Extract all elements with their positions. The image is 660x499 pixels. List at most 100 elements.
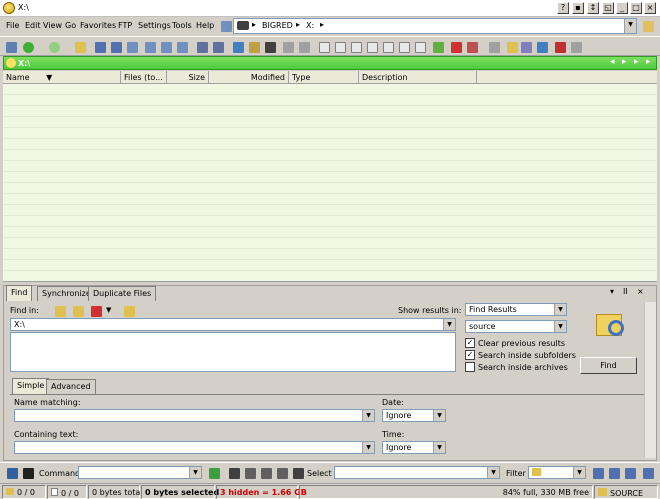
thumbs-icon[interactable] xyxy=(246,39,261,54)
paste-icon[interactable] xyxy=(332,39,347,54)
toolbar-grid-icon[interactable] xyxy=(3,39,18,54)
maximize-button[interactable]: □ xyxy=(630,2,642,14)
restore-window-icon[interactable]: ◱ xyxy=(602,2,614,14)
col-description[interactable]: Description xyxy=(359,71,477,84)
find-button[interactable]: Find xyxy=(580,357,637,374)
show-results-dropdown[interactable]: ▼ xyxy=(554,304,566,315)
tab-synchronize[interactable]: Synchronize xyxy=(37,286,96,301)
back-icon[interactable] xyxy=(20,39,35,54)
view-8-icon[interactable] xyxy=(210,39,225,54)
find-in-dropdown[interactable]: ▼ xyxy=(443,319,455,330)
subtab-simple[interactable]: Simple xyxy=(12,378,50,394)
tools-1-icon[interactable] xyxy=(280,39,295,54)
properties-icon[interactable] xyxy=(486,39,501,54)
new-folder-icon[interactable] xyxy=(504,39,519,54)
date-dropdown[interactable]: ▼ xyxy=(433,410,445,421)
select-4-icon[interactable] xyxy=(274,465,289,480)
nav-right-icon[interactable]: ▸ xyxy=(622,57,627,67)
name-matching-combo[interactable]: ▼ xyxy=(14,409,375,422)
menu-view[interactable]: View xyxy=(43,21,62,30)
select-1-icon[interactable] xyxy=(226,465,241,480)
sync-icon[interactable] xyxy=(534,39,549,54)
filter-3-icon[interactable] xyxy=(622,465,637,480)
subfolders-checkbox[interactable]: ✓ xyxy=(465,350,475,360)
view-4-icon[interactable] xyxy=(142,39,157,54)
panel-close-icon[interactable]: × xyxy=(637,287,644,296)
file-4-icon[interactable] xyxy=(396,39,411,54)
nav-up-icon[interactable]: ▸ xyxy=(634,57,639,67)
menu-edit[interactable]: Edit xyxy=(25,21,41,30)
select-dropdown[interactable]: ▼ xyxy=(487,467,499,478)
menu-help[interactable]: Help xyxy=(196,21,214,30)
new-file-icon[interactable] xyxy=(430,39,445,54)
file-list[interactable] xyxy=(3,84,657,282)
time-dropdown[interactable]: ▼ xyxy=(433,442,445,453)
subtab-advanced[interactable]: Advanced xyxy=(46,379,96,394)
command-combo[interactable]: ▼ xyxy=(78,466,202,479)
file-5-icon[interactable] xyxy=(412,39,427,54)
select-5-icon[interactable] xyxy=(290,465,305,480)
name-matching-dropdown[interactable]: ▼ xyxy=(362,410,374,421)
address-bar[interactable]: ▸ BIGRED ▸ X: ▸ ▼ xyxy=(233,18,637,34)
find-in-list[interactable] xyxy=(10,332,456,372)
address-computer[interactable]: BIGRED xyxy=(262,21,293,30)
menu-favorites[interactable]: Favorites xyxy=(80,21,116,30)
col-name[interactable]: Name ▼ xyxy=(3,71,121,84)
view-3-icon[interactable] xyxy=(124,39,139,54)
filter-2-icon[interactable] xyxy=(606,465,621,480)
menu-ftp[interactable]: FTP xyxy=(118,21,132,30)
view-7-icon[interactable] xyxy=(194,39,209,54)
delete-icon[interactable] xyxy=(448,39,463,54)
command-dropdown[interactable]: ▼ xyxy=(189,467,201,478)
extra-icon[interactable] xyxy=(568,39,583,54)
source-combo[interactable]: source ▼ xyxy=(465,320,567,333)
filter-4-icon[interactable] xyxy=(640,465,655,480)
filter-1-icon[interactable] xyxy=(590,465,605,480)
minimize-button[interactable]: _ xyxy=(616,2,628,14)
cmd-console-icon[interactable] xyxy=(4,465,19,480)
favorite-folder-icon[interactable] xyxy=(121,303,136,318)
browse-folder-icon[interactable] xyxy=(52,303,67,318)
view-5-icon[interactable] xyxy=(158,39,173,54)
archives-checkbox[interactable] xyxy=(465,362,475,372)
file-2-icon[interactable] xyxy=(364,39,379,54)
cmd-go-icon[interactable] xyxy=(206,465,221,480)
close-button[interactable]: × xyxy=(644,2,656,14)
tools-2-icon[interactable] xyxy=(296,39,311,54)
view-6-icon[interactable] xyxy=(174,39,189,54)
menu-go[interactable]: Go xyxy=(65,21,76,30)
show-results-combo[interactable]: Find Results ▼ xyxy=(465,303,567,316)
filter-combo[interactable]: ▼ xyxy=(528,466,586,479)
file-1-icon[interactable] xyxy=(348,39,363,54)
select-combo[interactable]: ▼ xyxy=(334,466,500,479)
address-dropdown[interactable]: ▼ xyxy=(624,19,636,33)
up-icon[interactable] xyxy=(72,39,87,54)
panel-pause-icon[interactable]: II xyxy=(623,287,628,296)
menu-settings[interactable]: Settings xyxy=(138,21,171,30)
tab-duplicate-files[interactable]: Duplicate Files xyxy=(88,286,157,301)
containing-text-combo[interactable]: ▼ xyxy=(14,441,375,454)
menu-file[interactable]: File xyxy=(6,21,19,30)
date-combo[interactable]: Ignore ▼ xyxy=(382,409,446,422)
nav-left-icon[interactable]: ◂ xyxy=(610,57,615,67)
view-2-icon[interactable] xyxy=(108,39,123,54)
col-type[interactable]: Type xyxy=(289,71,359,84)
up-folder-icon[interactable] xyxy=(218,18,233,33)
address-drive[interactable]: X: xyxy=(306,21,314,30)
col-files[interactable]: Files (to... xyxy=(121,71,167,84)
ftp-icon[interactable] xyxy=(552,39,567,54)
remove-icon[interactable] xyxy=(88,303,103,318)
help-window-icon[interactable]: ? xyxy=(557,2,569,14)
time-combo[interactable]: Ignore ▼ xyxy=(382,441,446,454)
view-1-icon[interactable] xyxy=(92,39,107,54)
panel-collapse-icon[interactable]: ▾ xyxy=(610,287,614,296)
address-go-icon[interactable] xyxy=(640,18,655,33)
file-3-icon[interactable] xyxy=(380,39,395,54)
cmd-c-icon[interactable] xyxy=(20,465,35,480)
tiny-window-icon[interactable]: ▪ xyxy=(572,2,584,14)
forward-icon[interactable] xyxy=(46,39,61,54)
col-modified[interactable]: Modified xyxy=(209,71,289,84)
remove-dropdown-icon[interactable]: ▼ xyxy=(106,306,111,314)
select-2-icon[interactable] xyxy=(242,465,257,480)
find-in-combo[interactable]: X:\ ▼ xyxy=(10,318,456,331)
